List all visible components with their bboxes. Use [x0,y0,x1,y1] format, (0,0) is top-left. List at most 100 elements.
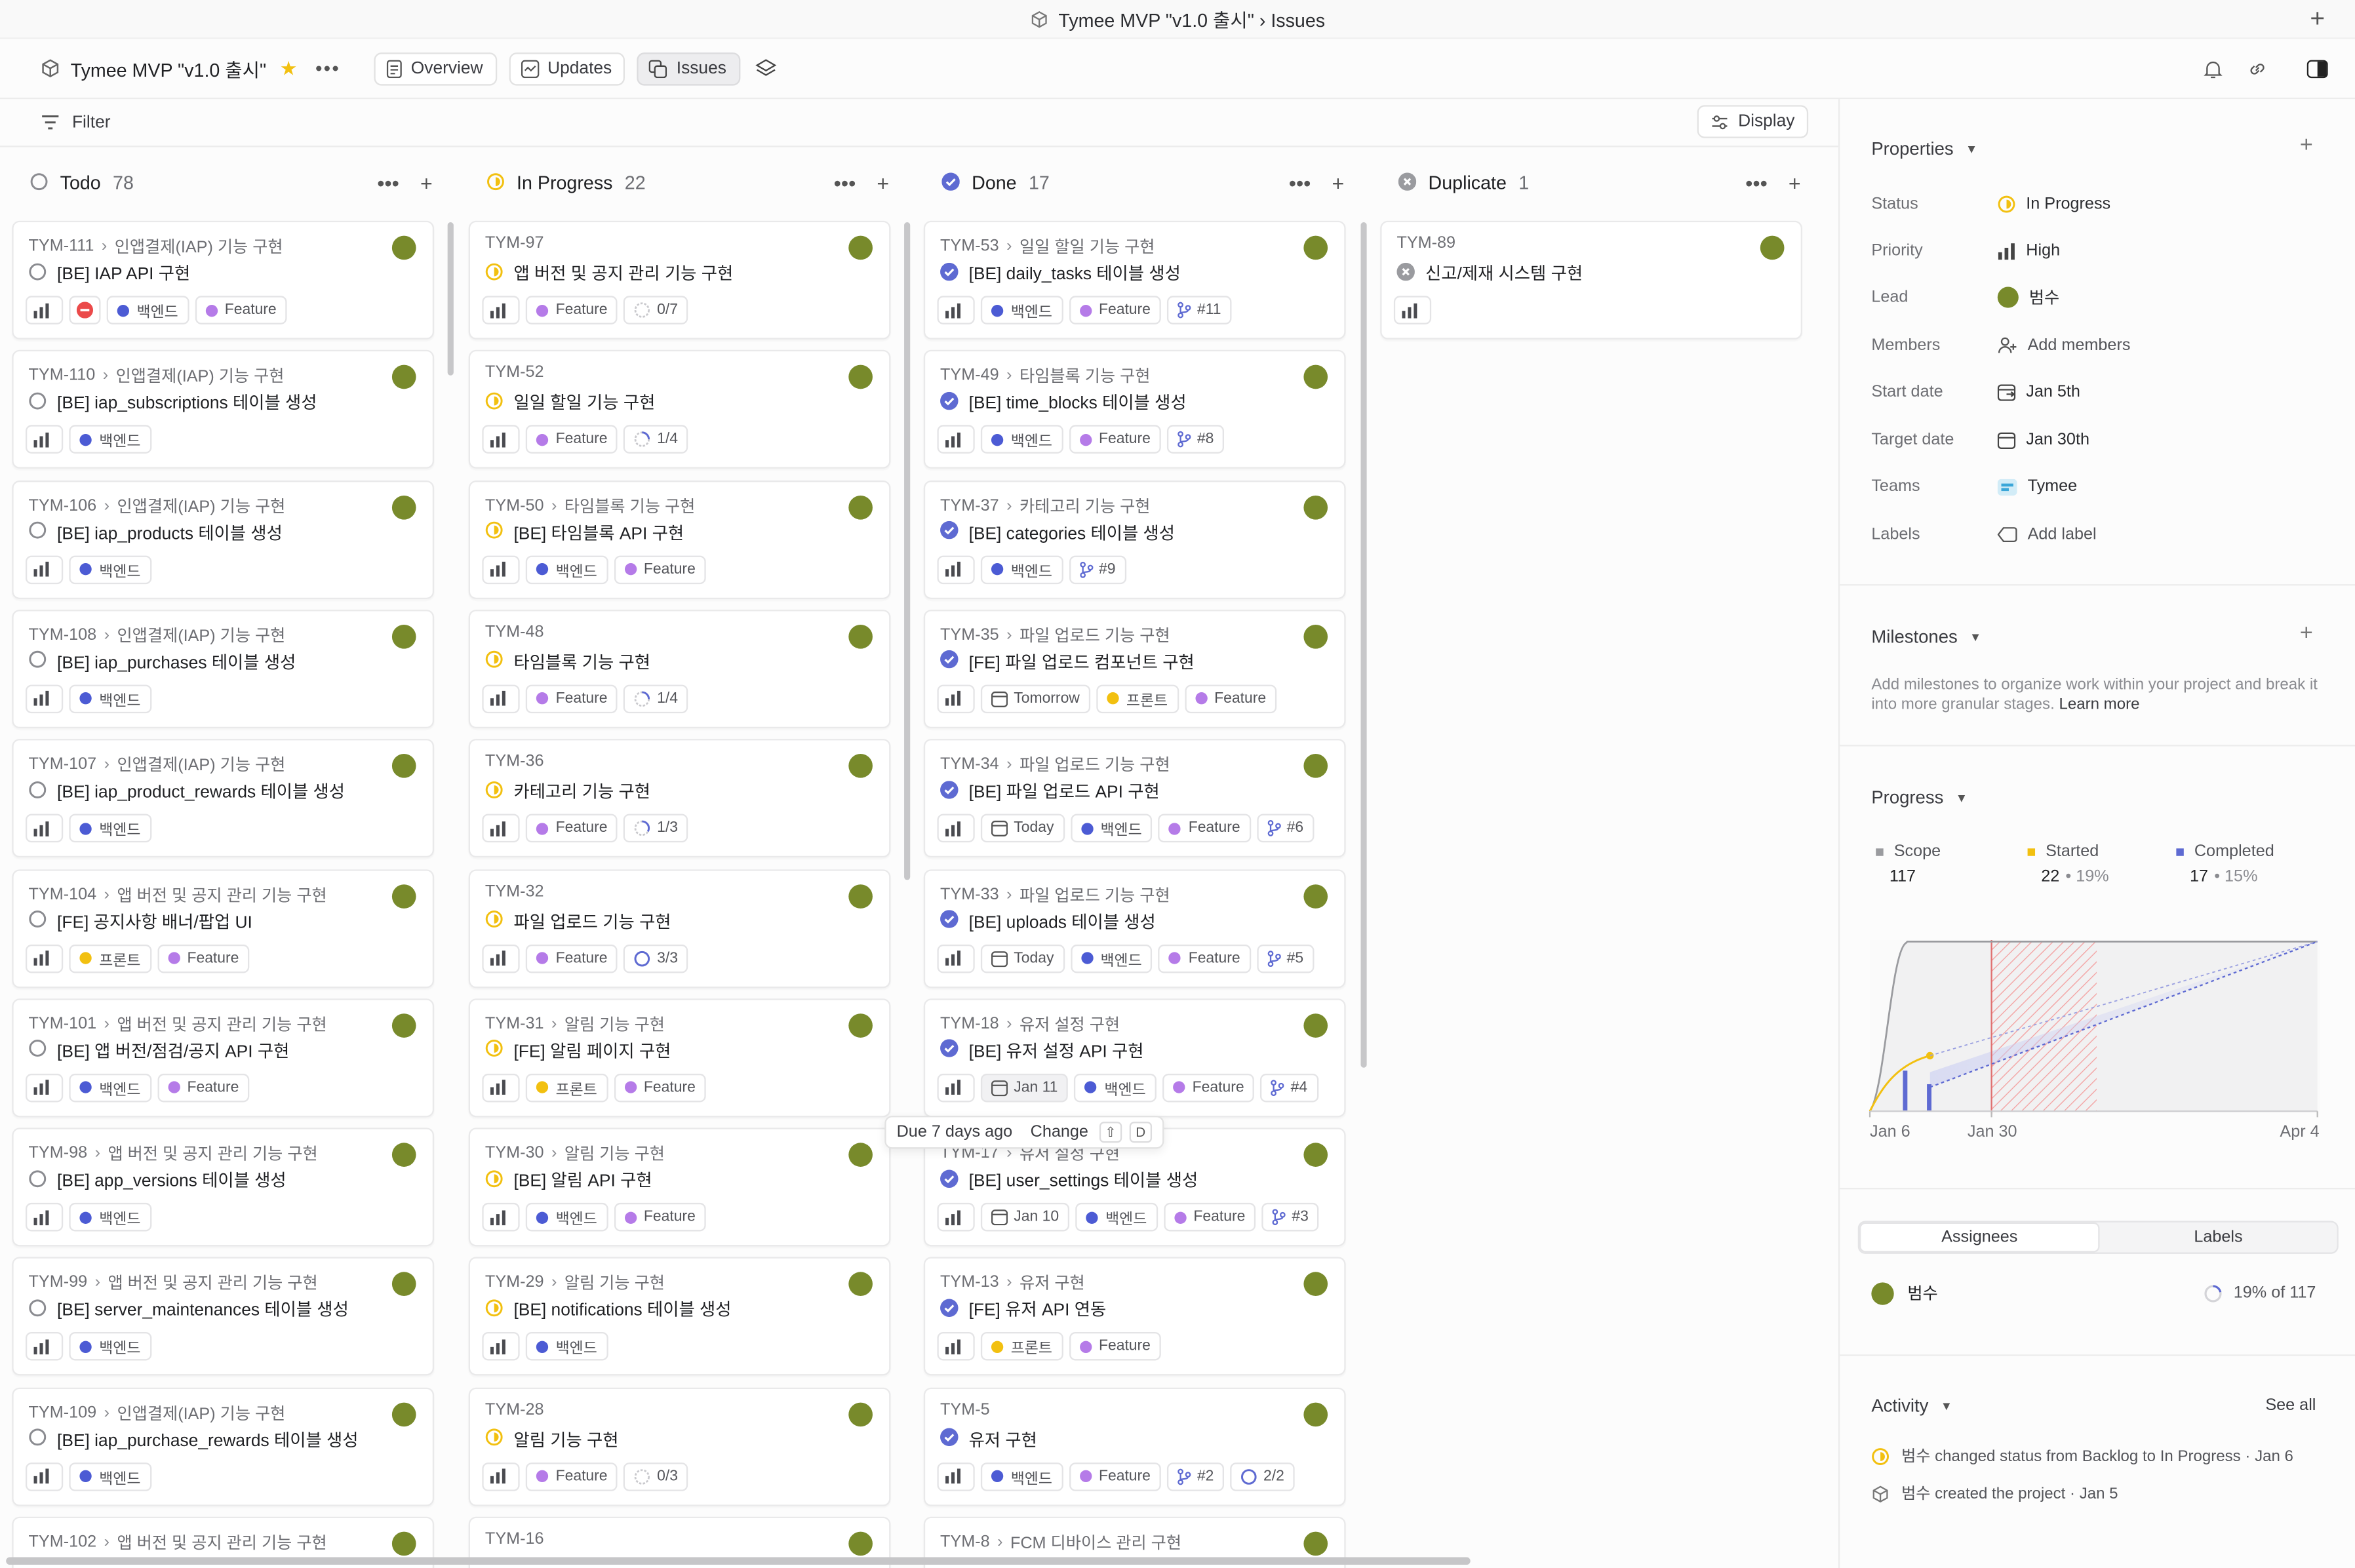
pull-request-chip[interactable]: #6 [1256,814,1315,843]
assignee-avatar[interactable] [848,495,873,519]
priority-chip[interactable] [937,684,975,713]
due-date-chip[interactable]: Jan 11 [980,1073,1069,1102]
parent-issue[interactable]: 인앱결제(IAP) 기능 구현 [116,364,285,388]
assignee-avatar[interactable] [848,754,873,779]
assignee-avatar[interactable] [391,754,416,779]
issue-card[interactable]: TYM-111 › 인앱결제(IAP) 기능 구현 [BE] IAP API 구현 백엔… [12,220,435,340]
pull-request-chip[interactable]: #11 [1167,296,1232,324]
parent-issue[interactable]: FCM 디바이스 관리 구현 [1010,1530,1181,1554]
property-labels[interactable]: Labels Add label [1871,520,2322,550]
label-chip[interactable]: Feature [525,684,618,713]
issue-card[interactable]: TYM-99 › 앱 버전 및 공지 관리 기능 구현 [BE] server_mai… [12,1257,435,1377]
priority-chip[interactable] [482,1462,520,1491]
label-chip[interactable]: 백엔드 [980,425,1063,454]
parent-issue[interactable]: 앱 버전 및 공지 관리 기능 구현 [117,1012,327,1036]
issue-card[interactable]: TYM-106 › 인앱결제(IAP) 기능 구현 [BE] iap_products… [12,480,435,599]
pull-request-chip[interactable]: #2 [1167,1462,1225,1491]
priority-chip[interactable] [25,1462,64,1491]
label-chip[interactable]: 백엔드 [69,1073,151,1102]
sub-issues-chip[interactable]: 3/3 [623,943,689,973]
label-chip[interactable]: 백엔드 [69,1462,151,1491]
priority-chip[interactable] [25,684,64,713]
parent-issue[interactable]: 알림 기능 구현 [564,1271,665,1295]
assignee-avatar[interactable] [848,624,873,649]
parent-issue[interactable]: 유저 설정 구현 [1019,1012,1120,1036]
add-milestone-plus-icon[interactable]: + [2300,620,2313,646]
label-chip[interactable]: 백엔드 [69,555,151,584]
assignee-avatar[interactable] [1303,365,1328,389]
label-chip[interactable]: Feature [1069,296,1161,324]
parent-issue[interactable]: 카테고리 기능 구현 [1019,494,1150,518]
pull-request-chip[interactable]: #9 [1069,555,1126,584]
issue-card[interactable]: TYM-18 › 유저 설정 구현 [BE] 유저 설정 API 구현 Jan 11 백엔… [923,998,1346,1117]
assignee-avatar[interactable] [391,624,416,649]
label-chip[interactable]: Feature [1163,1203,1256,1232]
see-all-link[interactable]: See all [2265,1396,2316,1414]
issue-card[interactable]: TYM-109 › 인앱결제(IAP) 기능 구현 [BE] iap_purchase… [12,1386,435,1506]
priority-chip[interactable] [1393,296,1432,324]
assignee-avatar[interactable] [1303,495,1328,519]
activity-heading[interactable]: Activity ▼ [1871,1395,1952,1416]
priority-chip[interactable] [482,425,520,454]
due-date-chip[interactable]: Jan 10 [980,1203,1070,1232]
assignee-avatar[interactable] [848,1143,873,1167]
column-scrollbar[interactable] [447,222,454,376]
assignee-avatar[interactable] [848,1272,873,1297]
priority-chip[interactable] [482,684,520,713]
label-chip[interactable]: 백엔드 [525,1332,608,1362]
assignee-avatar[interactable] [848,235,873,260]
property-start-date[interactable]: Start date Jan 5th [1871,377,2322,407]
issue-card[interactable]: TYM-52 일일 할일 기능 구현 Feature 1/4 [468,350,891,469]
label-chip[interactable]: Feature [1162,1073,1255,1102]
priority-chip[interactable] [937,1462,975,1491]
column-more-options-icon[interactable]: ••• [1745,171,1768,195]
column-scrollbar[interactable] [904,222,911,880]
column-more-options-icon[interactable]: ••• [834,171,856,195]
assignee-avatar[interactable] [391,1401,416,1426]
property-members[interactable]: Members Add members [1871,330,2322,361]
assignee-avatar[interactable] [391,1531,416,1556]
label-chip[interactable]: 백엔드 [69,1332,151,1362]
assignee-avatar[interactable] [848,365,873,389]
parent-issue[interactable]: 타임블록 기능 구현 [1019,364,1150,388]
assignee-avatar[interactable] [1303,624,1328,649]
issue-card[interactable]: TYM-98 › 앱 버전 및 공지 관리 기능 구현 [BE] app_versio… [12,1127,435,1247]
display-button[interactable]: Display [1697,105,1809,138]
assignee-avatar[interactable] [391,1013,416,1038]
priority-chip[interactable] [25,1203,64,1232]
label-chip[interactable]: Feature [614,555,706,584]
priority-chip[interactable] [937,943,975,973]
assignee-avatar[interactable] [1303,1143,1328,1167]
label-chip[interactable]: 백엔드 [69,425,151,454]
label-chip[interactable]: Feature [525,814,618,843]
label-chip[interactable]: Feature [1158,814,1251,843]
priority-chip[interactable] [482,555,520,584]
milestones-heading[interactable]: Milestones ▼ [1871,626,1981,647]
tab-overview[interactable]: Overview [373,52,497,85]
assignee-avatar[interactable] [1303,1401,1328,1426]
assignee-avatar[interactable] [848,884,873,908]
due-date-chip[interactable]: Today [980,814,1065,843]
label-chip[interactable]: 백엔드 [106,296,189,324]
label-chip[interactable]: 백엔드 [69,1203,151,1232]
issue-card[interactable]: TYM-33 › 파일 업로드 기능 구현 [BE] uploads 테이블 생성 To… [923,869,1346,988]
label-chip[interactable]: 백엔드 [1074,1073,1157,1102]
label-chip[interactable]: Feature [157,1073,250,1102]
tab-updates[interactable]: Updates [508,52,625,85]
sub-issues-chip[interactable]: 2/2 [1230,1462,1295,1491]
parent-issue[interactable]: 파일 업로드 기능 구현 [1019,753,1170,777]
column-header[interactable]: Todo 78 ••• + [12,149,441,218]
assignee-avatar[interactable] [1303,754,1328,779]
label-chip[interactable]: 백엔드 [525,1203,608,1232]
label-chip[interactable]: 백엔드 [1075,1203,1158,1232]
priority-chip[interactable] [482,943,520,973]
property-priority[interactable]: Priority High [1871,236,2322,266]
label-chip[interactable]: 백엔드 [980,555,1063,584]
board-horizontal-scrollbar[interactable] [6,1557,1471,1565]
assignee-avatar[interactable] [1760,235,1785,260]
priority-chip[interactable] [937,814,975,843]
priority-chip[interactable] [482,1203,520,1232]
tab-labels[interactable]: Labels [2100,1223,2337,1253]
priority-chip[interactable] [25,296,64,324]
label-chip[interactable]: 백엔드 [980,1462,1063,1491]
